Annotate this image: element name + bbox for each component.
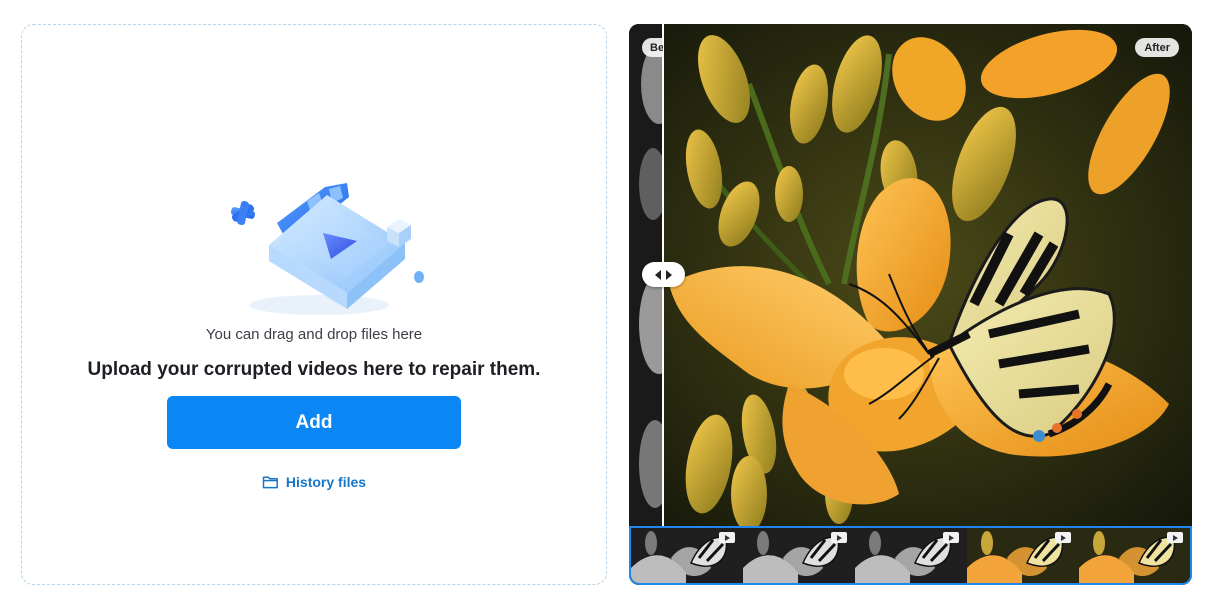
filmstrip-frame[interactable] xyxy=(743,528,855,583)
arrow-right-icon xyxy=(666,269,672,280)
after-label: After xyxy=(1135,38,1179,57)
video-filmstrip[interactable] xyxy=(629,526,1192,585)
compare-slider-handle[interactable] xyxy=(642,262,685,287)
play-icon xyxy=(943,532,959,543)
folder-icon xyxy=(262,476,278,489)
play-icon xyxy=(831,532,847,543)
video-repair-illustration xyxy=(230,183,424,315)
history-files-link[interactable]: History files xyxy=(22,474,606,490)
play-icon xyxy=(1167,532,1183,543)
filmstrip-frame[interactable] xyxy=(855,528,967,583)
play-icon xyxy=(719,532,735,543)
history-files-label: History files xyxy=(285,474,367,490)
play-icon xyxy=(1055,532,1071,543)
before-label: Before xyxy=(642,38,663,57)
add-button[interactable]: Add xyxy=(167,396,461,449)
drag-drop-hint: You can drag and drop files here xyxy=(205,326,423,343)
filmstrip-frame[interactable] xyxy=(967,528,1079,583)
arrow-left-icon xyxy=(655,269,661,280)
filmstrip-frame[interactable] xyxy=(631,528,743,583)
upload-dropzone[interactable]: You can drag and drop files here Upload … xyxy=(21,24,607,585)
upload-heading: Upload your corrupted videos here to rep… xyxy=(87,359,541,380)
preview-image-after xyxy=(629,24,1192,526)
filmstrip-frame[interactable] xyxy=(1079,528,1190,583)
before-after-preview: Before After xyxy=(629,24,1192,585)
